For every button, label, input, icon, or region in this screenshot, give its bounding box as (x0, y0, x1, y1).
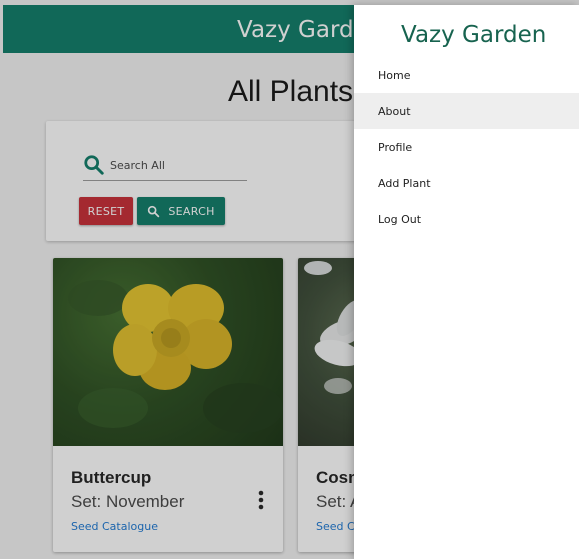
drawer-item-home[interactable]: Home (354, 57, 579, 93)
drawer-item-about[interactable]: About (354, 93, 579, 129)
drawer-item-log-out[interactable]: Log Out (354, 201, 579, 237)
navigation-drawer: Vazy Garden Home About Profile Add Plant… (354, 5, 579, 559)
drawer-item-add-plant[interactable]: Add Plant (354, 165, 579, 201)
drawer-item-profile[interactable]: Profile (354, 129, 579, 165)
drawer-title: Vazy Garden (401, 22, 547, 48)
